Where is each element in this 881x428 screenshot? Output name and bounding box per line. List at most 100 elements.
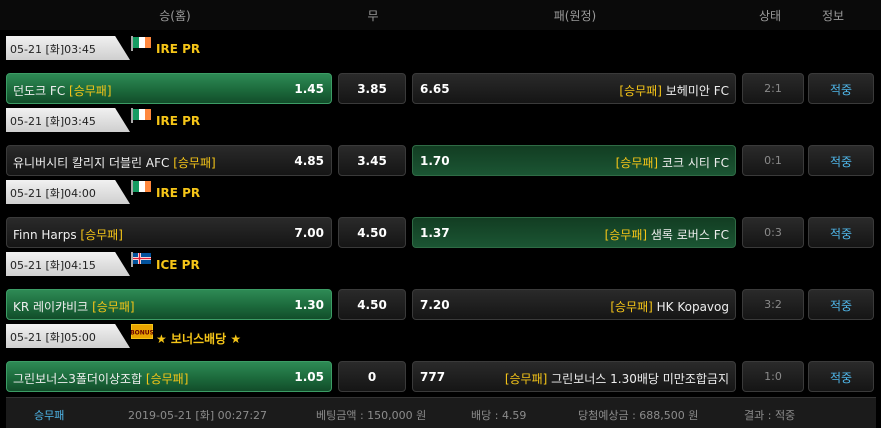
away-team-label: [승무패] 샘록 로버스 FC	[605, 226, 729, 243]
away-team-label: [승무패] 코크 시티 FC	[616, 154, 729, 171]
footer-bet-amount: 베팅금액 : 150,000 원	[316, 409, 427, 422]
away-odds-value: 1.70	[420, 154, 450, 168]
score-value: 2:1	[764, 82, 782, 95]
result-label: 적중	[829, 155, 853, 169]
away-odds-button[interactable]: 6.65 [승무패] 보헤미안 FC	[412, 73, 736, 104]
home-odds-value: 7.00	[294, 226, 324, 240]
header-away: 패(원정)	[553, 9, 597, 23]
home-odds-button[interactable]: 그린보너스3폴더이상조합 [승무패] 1.05	[6, 361, 332, 392]
bonus-icon: BONUS	[130, 324, 154, 339]
match-datetime: 05-21 [화]04:15	[6, 252, 130, 276]
match-score: 1:0	[742, 361, 804, 392]
ireland-flag-icon	[131, 180, 151, 195]
bet-type-tag: [승무패]	[615, 156, 659, 170]
svg-text:BONUS: BONUS	[131, 330, 153, 337]
home-team-label: KR 레이캬비크 [승무패]	[13, 298, 135, 315]
home-team-label: Finn Harps [승무패]	[13, 226, 123, 243]
bet-type-tag: [승무패]	[92, 300, 135, 314]
draw-odds-button[interactable]: 3.85	[338, 73, 406, 104]
score-value: 0:3	[764, 226, 782, 239]
result-label: 적중	[829, 227, 853, 241]
score-value: 3:2	[764, 298, 782, 311]
draw-odds-button[interactable]: 4.50	[338, 217, 406, 248]
away-odds-button[interactable]: 1.70 [승무패] 코크 시티 FC	[412, 145, 736, 176]
ireland-flag-icon	[131, 108, 151, 123]
ireland-flag-icon	[131, 36, 151, 51]
away-team-label: [승무패] 보헤미안 FC	[619, 82, 729, 99]
header-draw: 무	[367, 9, 379, 23]
header-status: 상태	[758, 9, 782, 23]
footer-result: 결과 : 적중	[744, 409, 796, 422]
away-team-name: 코크 시티 FC	[661, 156, 729, 170]
home-odds-value: 1.30	[294, 298, 324, 312]
home-team-label: 던도크 FC [승무패]	[13, 82, 112, 99]
home-team-label: 그린보너스3폴더이상조합 [승무패]	[13, 370, 188, 387]
league-name: IRE PR	[156, 186, 201, 200]
result-info-button[interactable]: 적중	[808, 217, 874, 248]
away-odds-button[interactable]: 1.37 [승무패] 샘록 로버스 FC	[412, 217, 736, 248]
home-team-name: KR 레이캬비크	[13, 300, 89, 314]
draw-odds-value: 0	[367, 370, 377, 384]
away-team-name: 샘록 로버스 FC	[650, 228, 729, 242]
result-label: 적중	[829, 299, 853, 313]
result-info-button[interactable]: 적중	[808, 145, 874, 176]
home-odds-value: 1.45	[294, 82, 324, 96]
bet-type-tag: [승무패]	[619, 84, 662, 98]
match-datetime: 05-21 [화]03:45	[6, 108, 130, 132]
draw-odds-button[interactable]: 0	[338, 361, 406, 392]
match-datetime: 05-21 [화]05:00	[6, 324, 130, 348]
match-score: 3:2	[742, 289, 804, 320]
league-name: IRE PR	[156, 114, 201, 128]
draw-odds-value: 4.50	[357, 298, 387, 312]
home-odds-button[interactable]: 유니버시티 칼리지 더블린 AFC [승무패] 4.85	[6, 145, 332, 176]
draw-odds-button[interactable]: 3.45	[338, 145, 406, 176]
footer-odds: 배당 : 4.59	[471, 409, 527, 422]
match-datetime: 05-21 [화]04:00	[6, 180, 130, 204]
bet-type-tag: [승무패]	[604, 228, 648, 242]
match-score: 0:3	[742, 217, 804, 248]
score-value: 1:0	[764, 370, 782, 383]
result-info-button[interactable]: 적중	[808, 73, 874, 104]
away-odds-value: 7.20	[420, 298, 450, 312]
match-score: 0:1	[742, 145, 804, 176]
home-odds-button[interactable]: Finn Harps [승무패] 7.00	[6, 217, 332, 248]
column-header: 승(홈) 무 패(원정) 상태 정보	[0, 0, 881, 30]
away-team-label: [승무패] HK Kopavog	[610, 298, 729, 315]
bet-type-tag: [승무패]	[80, 228, 123, 242]
bet-type-tag: [승무패]	[610, 300, 653, 314]
away-team-name: 그린보너스 1.30배당 미만조합금지	[551, 372, 729, 386]
away-odds-value: 6.65	[420, 82, 450, 96]
away-odds-value: 1.37	[420, 226, 450, 240]
match-datetime: 05-21 [화]03:45	[6, 36, 130, 60]
home-team-name: 유니버시티 칼리지 더블린 AFC	[13, 156, 170, 170]
result-label: 적중	[829, 371, 853, 385]
bet-type-tag: [승무패]	[173, 156, 216, 170]
result-info-button[interactable]: 적중	[808, 289, 874, 320]
header-info: 정보	[821, 9, 845, 23]
draw-odds-value: 4.50	[357, 226, 387, 240]
home-odds-button[interactable]: KR 레이캬비크 [승무패] 1.30	[6, 289, 332, 320]
footer-expected-win: 당첨예상금 : 688,500 원	[578, 409, 699, 422]
home-team-name: 그린보너스3폴더이상조합	[13, 372, 143, 386]
away-odds-button[interactable]: 7.20 [승무패] HK Kopavog	[412, 289, 736, 320]
header-home: 승(홈)	[159, 9, 191, 23]
bet-type-tag: [승무패]	[504, 372, 548, 386]
iceland-flag-icon	[131, 252, 151, 267]
draw-odds-value: 3.45	[357, 154, 387, 168]
away-odds-button[interactable]: 777 [승무패] 그린보너스 1.30배당 미만조합금지	[412, 361, 736, 392]
draw-odds-value: 3.85	[357, 82, 387, 96]
home-team-name: Finn Harps	[13, 228, 77, 242]
draw-odds-button[interactable]: 4.50	[338, 289, 406, 320]
away-team-label: [승무패] 그린보너스 1.30배당 미만조합금지	[505, 370, 729, 387]
match-score: 2:1	[742, 73, 804, 104]
home-team-name: 던도크 FC	[13, 84, 66, 98]
home-odds-value: 4.85	[294, 154, 324, 168]
footer-bet-type: 승무패	[34, 409, 65, 422]
away-team-name: 보헤미안 FC	[665, 84, 729, 98]
bet-type-tag: [승무패]	[145, 372, 189, 386]
away-team-name: HK Kopavog	[656, 300, 729, 314]
league-name: ICE PR	[156, 258, 200, 272]
result-info-button[interactable]: 적중	[808, 361, 874, 392]
home-odds-value: 1.05	[294, 370, 324, 384]
home-odds-button[interactable]: 던도크 FC [승무패] 1.45	[6, 73, 332, 104]
